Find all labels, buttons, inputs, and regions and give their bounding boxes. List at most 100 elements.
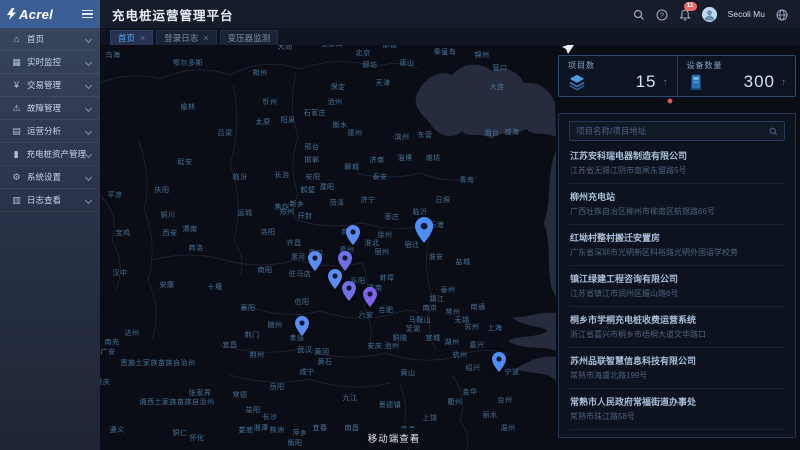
sidebar-item-label: 故障管理 (27, 102, 86, 114)
header: 充电桩运营管理平台 ? 11 Secoli Mu (100, 0, 800, 28)
project-address: 江苏省镇江市润州区檀山路6号 (570, 288, 784, 299)
notification-badge: 11 (684, 2, 697, 11)
hamburger-icon[interactable] (82, 10, 93, 19)
user-name[interactable]: Secoli Mu (728, 9, 765, 19)
page-title: 充电桩运营管理平台 (112, 5, 234, 24)
tab-login-log[interactable]: 登录日志 × (156, 30, 216, 45)
plane-icon (562, 45, 576, 54)
fault-icon: ⚠ (10, 104, 23, 113)
project-list-item[interactable]: 桐乡市学桐充电桩收费运营系统浙江省嘉兴市桐乡市梧桐大道文华路口 (569, 307, 785, 348)
tab-label: 首页 (118, 32, 135, 44)
sidebar-item-label: 实时监控 (27, 56, 86, 68)
project-name: 柳州充电站 (570, 190, 784, 203)
header-actions: ? 11 Secoli Mu (633, 7, 788, 22)
chevron-down-icon (85, 127, 92, 134)
project-address: 广西壮族自治区柳州市柳南区航银路66号 (570, 206, 784, 217)
project-name: 红坳村整村搬迁安置房 (570, 231, 784, 244)
chevron-down-icon (85, 104, 92, 111)
project-name: 镇江绿建工程咨询有限公司 (570, 272, 784, 285)
sidebar-item-charging-asset-management[interactable]: ▮充电桩资产管理 (0, 143, 100, 166)
project-address: 常熟市珠江路58号 (570, 411, 784, 422)
project-address: 广东省深圳市光明新区科裕路光明外国语学校旁 (570, 247, 784, 258)
help-icon[interactable]: ? (656, 8, 668, 20)
project-search-input[interactable] (576, 126, 769, 136)
project-name: 常熟市人民政府常福街道办事处 (570, 395, 784, 408)
chevron-down-icon (85, 81, 92, 88)
avatar[interactable] (702, 7, 717, 22)
map-pin[interactable] (346, 225, 360, 250)
project-address: 常熟市海虞北路199号 (570, 370, 784, 381)
monitor-icon: ▦ (10, 58, 23, 67)
stats-panel: 项目数 15 ↑ 设备数量 300 (558, 55, 796, 97)
tab-label: 变压器监测 (228, 32, 271, 44)
trend-up-icon: ↑ (781, 77, 786, 88)
project-list-item[interactable]: 镇江绿建工程咨询有限公司江苏省镇江市润州区檀山路6号 (569, 266, 785, 307)
bell-icon[interactable]: 11 (679, 8, 691, 20)
sidebar-menu: ⌂首页 ▦ 实时监控 ¥ 交易管理 ⚠ 故障管理 ▤ 运营分析 ▮充电桩资产管理 ⚙ 系统设置 ▥ 日志查… (0, 28, 100, 212)
red-poi-marker (668, 99, 673, 104)
chevron-down-icon (85, 150, 92, 157)
tab-home[interactable]: 首页 × (110, 30, 153, 45)
logo-text: Acrel (19, 7, 53, 22)
map-pin[interactable] (295, 316, 309, 341)
sidebar-item-fault-management[interactable]: ⚠ 故障管理 (0, 97, 100, 120)
app-logo: Acrel (0, 0, 100, 28)
project-address: 浙江省嘉兴市桐乡市梧桐大道文华路口 (570, 329, 784, 340)
map-pin[interactable] (363, 287, 377, 312)
sidebar-item-home[interactable]: ⌂首页 (0, 28, 100, 51)
map[interactable]: 乌海鄂尔多斯榆林延安庆阳平凉铜川宝鸡西安渭南商洛汉中安康十堰大同朔州忻州太原阳泉… (100, 45, 800, 450)
sidebar-item-system-settings[interactable]: ⚙ 系统设置 (0, 166, 100, 189)
sidebar-item-label: 日志查看 (27, 194, 86, 206)
stat-devices-label: 设备数量 (687, 60, 787, 71)
input-search-icon[interactable] (769, 127, 778, 136)
analysis-icon: ▤ (10, 127, 23, 136)
sidebar-item-log-view[interactable]: ▥ 日志查看 (0, 189, 100, 212)
trend-up-icon: ↑ (663, 77, 668, 88)
sidebar-item-transaction-management[interactable]: ¥ 交易管理 (0, 74, 100, 97)
log-icon: ▥ (10, 196, 23, 205)
tab-transformer-monitor[interactable]: 变压器监测 (220, 30, 279, 45)
stat-projects: 项目数 15 ↑ (559, 56, 677, 96)
project-list-item[interactable]: 江苏安科瑞电器制造有限公司江苏省无锡江阴市南闸东盟路5号 (569, 143, 785, 184)
sidebar-item-operation-analysis[interactable]: ▤ 运营分析 (0, 120, 100, 143)
mobile-view-button[interactable]: 移动端查看 (360, 428, 428, 447)
close-icon[interactable]: × (140, 34, 145, 43)
chevron-down-icon (85, 196, 92, 203)
svg-text:?: ? (660, 11, 664, 20)
tab-bar: 首页 × 登录日志 × 变压器监测 (100, 28, 800, 45)
logo-bolt-icon (7, 8, 16, 20)
sidebar-item-label: 充电桩资产管理 (26, 148, 86, 160)
tab-label: 登录日志 (164, 32, 198, 44)
sidebar-item-label: 系统设置 (27, 171, 86, 183)
map-pin[interactable] (415, 217, 433, 248)
stat-projects-value: 15 (636, 72, 657, 92)
project-name: 桐乡市学桐充电桩收费运营系统 (570, 313, 784, 326)
search-icon[interactable] (633, 8, 645, 20)
chevron-down-icon (85, 173, 92, 180)
map-pin[interactable] (342, 281, 356, 306)
sidebar-item-label: 运营分析 (27, 125, 86, 137)
charging-pile-icon (687, 73, 705, 91)
project-list-item[interactable]: 柳州充电站广西壮族自治区柳州市柳南区航银路66号 (569, 184, 785, 225)
stat-devices-value: 300 (744, 72, 775, 92)
project-list-item[interactable]: 红坳村整村搬迁安置房广东省深圳市光明新区科裕路光明外国语学校旁 (569, 225, 785, 266)
sidebar-item-realtime-monitor[interactable]: ▦ 实时监控 (0, 51, 100, 74)
project-list-item[interactable]: 常熟市人民政府常福街道办事处常熟市珠江路58号 (569, 389, 785, 430)
sidebar-item-label: 交易管理 (27, 79, 86, 91)
map-pin[interactable] (308, 251, 322, 276)
gear-icon: ⚙ (10, 173, 23, 182)
stat-devices: 设备数量 300 ↑ (677, 56, 796, 96)
chevron-down-icon (85, 58, 92, 65)
map-pin[interactable] (328, 269, 342, 294)
project-list-panel: 江苏安科瑞电器制造有限公司江苏省无锡江阴市南闸东盟路5号柳州充电站广西壮族自治区… (558, 113, 796, 438)
map-pin[interactable] (492, 352, 506, 377)
globe-icon[interactable] (776, 8, 788, 20)
sidebar-item-label: 首页 (27, 33, 86, 45)
project-name: 苏州品联智慧信息科技有限公司 (570, 354, 784, 367)
transaction-icon: ¥ (10, 81, 23, 90)
chevron-down-icon (85, 35, 92, 42)
project-list-item[interactable]: 苏州品联智慧信息科技有限公司常熟市海虞北路199号 (569, 348, 785, 389)
sidebar: Acrel ⌂首页 ▦ 实时监控 ¥ 交易管理 ⚠ 故障管理 ▤ 运营分析 ▮充电桩资产管理 ⚙ 系统… (0, 0, 100, 450)
close-icon[interactable]: × (203, 34, 208, 43)
project-list: 江苏安科瑞电器制造有限公司江苏省无锡江阴市南闸东盟路5号柳州充电站广西壮族自治区… (569, 143, 785, 430)
